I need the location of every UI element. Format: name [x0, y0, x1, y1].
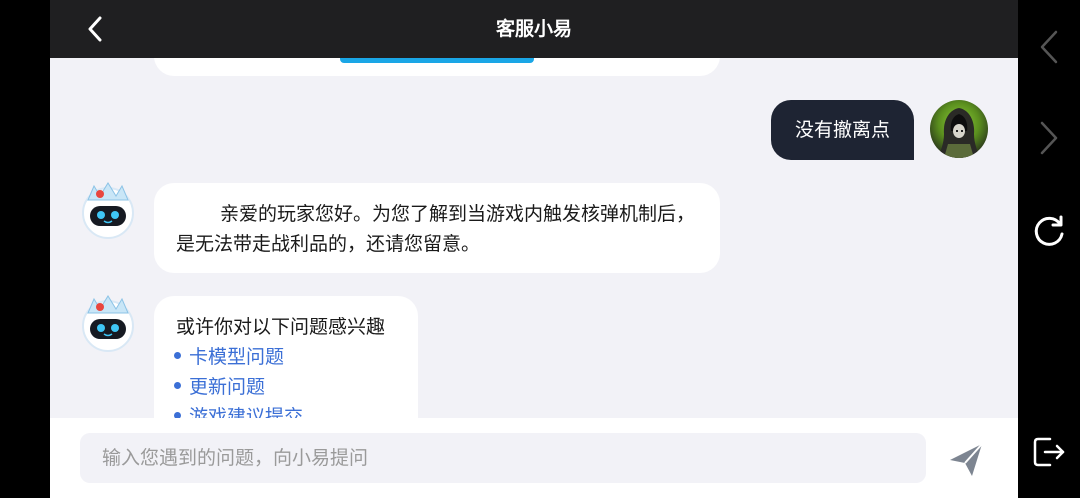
chevron-left-icon — [1040, 30, 1058, 64]
suggestion-label: 卡模型问题 — [189, 346, 285, 368]
user-avatar — [930, 100, 988, 158]
suggestion-label: 更新问题 — [189, 376, 266, 398]
exit-button[interactable] — [1029, 432, 1069, 472]
bot-message-text: 亲爱的玩家您好。为您了解到当游戏内触发核弹机制后，是无法带走战利品的，还请您留意… — [176, 203, 696, 255]
robot-icon — [82, 182, 134, 239]
nav-forward-button[interactable] — [1029, 118, 1069, 158]
bot-avatar — [78, 293, 138, 353]
browser-side-bar — [1018, 0, 1080, 498]
chevron-right-icon — [1040, 121, 1058, 155]
bot-suggestions-bubble: 或许你对以下问题感兴趣 卡模型问题 更新问题 游戏建议提交 — [154, 296, 418, 418]
refresh-button[interactable] — [1029, 211, 1069, 251]
robot-icon — [82, 295, 134, 352]
exit-icon — [1033, 437, 1065, 467]
suggestions-lead: 或许你对以下问题感兴趣 — [176, 316, 386, 338]
suggestion-item[interactable]: 游戏建议提交 — [174, 402, 303, 418]
previous-message-button[interactable] — [340, 58, 534, 63]
left-edge-strip — [0, 0, 50, 498]
chat-area[interactable]: 没有撤离点 亲爱的玩家您好。为您了解到当游戏内触发核弹机制后，是无法带走战利品的… — [50, 58, 1018, 418]
bot-avatar — [78, 180, 138, 240]
send-button[interactable] — [946, 440, 986, 480]
suggestion-item[interactable]: 更新问题 — [174, 372, 265, 402]
user-message-bubble: 没有撤离点 — [771, 100, 914, 160]
question-input[interactable] — [80, 433, 926, 483]
bullet-icon — [174, 382, 181, 389]
header-bar: 客服小易 — [50, 0, 1018, 58]
bullet-icon — [174, 352, 181, 359]
bot-message-bubble: 亲爱的玩家您好。为您了解到当游戏内触发核弹机制后，是无法带走战利品的，还请您留意… — [154, 183, 720, 273]
previous-message-bubble — [154, 58, 720, 76]
chat-app: 客服小易 没有撤离点 亲爱的玩家您好。为您了解到当游戏内触发核弹机制后，是无法带… — [50, 0, 1018, 498]
chevron-left-icon — [88, 16, 102, 42]
paper-plane-icon — [950, 443, 983, 476]
page-title: 客服小易 — [495, 18, 572, 40]
nav-back-button[interactable] — [1029, 27, 1069, 67]
suggestion-item[interactable]: 卡模型问题 — [174, 342, 284, 372]
hooded-figure-icon — [938, 108, 980, 158]
suggestion-label: 游戏建议提交 — [189, 406, 304, 418]
refresh-icon — [1034, 215, 1064, 246]
input-bar — [50, 418, 1018, 498]
back-button[interactable] — [80, 10, 110, 48]
